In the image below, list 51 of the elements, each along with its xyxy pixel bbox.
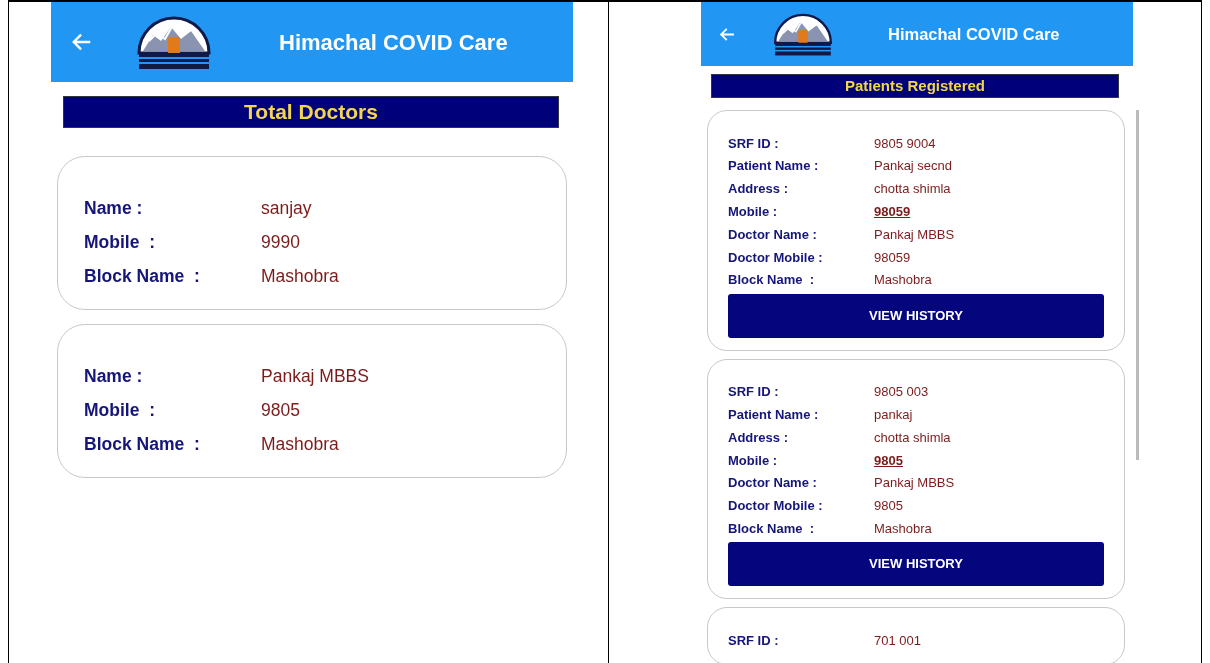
field-value: chotta shimla <box>874 180 951 199</box>
field-label: Doctor Name : <box>728 474 818 493</box>
field-label: Block Name : <box>84 432 201 456</box>
field-label: Doctor Mobile : <box>728 497 824 516</box>
section-title: Total Doctors <box>63 96 559 128</box>
field-label: Doctor Name : <box>728 225 818 244</box>
field-label: Patient Name : <box>728 157 820 176</box>
field-label: Address : <box>728 180 789 199</box>
field-value: 9805 <box>261 398 300 422</box>
app-title: Himachal COVID Care <box>279 28 508 57</box>
field-label: Block Name : <box>728 520 815 538</box>
field-label: SRF ID : <box>728 631 780 650</box>
scrollbar[interactable] <box>1136 110 1139 460</box>
field-value: Pankaj secnd <box>874 157 953 176</box>
field-label: Address : <box>728 428 789 447</box>
view-history-button[interactable]: VIEW HISTORY <box>728 542 1104 587</box>
field-value: 9805 <box>874 497 903 516</box>
field-value: pankaj <box>874 406 913 424</box>
field-value: 701 001 <box>874 631 921 650</box>
field-value: Pankaj MBBS <box>874 225 955 244</box>
field-value: 9805 003 <box>874 383 929 402</box>
field-value: Mashobra <box>874 271 932 290</box>
field-value: Pankaj MBBS <box>261 364 369 388</box>
section-title: Patients Registered <box>711 74 1119 98</box>
field-label: SRF ID : <box>728 383 780 402</box>
field-value: Mashobra <box>874 520 932 538</box>
field-label: Block Name : <box>728 271 815 290</box>
emblem-logo <box>772 12 834 56</box>
field-label: Mobile : <box>728 451 779 470</box>
field-label: Block Name : <box>84 264 201 288</box>
field-label: Mobile : <box>84 398 156 422</box>
phone-link[interactable]: 9805 <box>874 450 903 471</box>
field-label: Mobile : <box>84 230 156 254</box>
view-history-button[interactable]: VIEW HISTORY <box>728 293 1104 338</box>
field-label: Mobile : <box>728 203 779 222</box>
app-title: Himachal COVID Care <box>888 23 1060 45</box>
field-value: 9990 <box>261 230 300 254</box>
back-arrow-icon[interactable] <box>71 31 93 53</box>
field-label: Name : <box>84 364 144 388</box>
field-value: Pankaj MBBS <box>874 474 955 493</box>
field-label: Name : <box>84 196 144 220</box>
field-value: 9805 9004 <box>874 134 936 153</box>
field-label: Patient Name : <box>728 406 820 424</box>
field-value: Mashobra <box>261 264 339 288</box>
field-label: Doctor Mobile : <box>728 248 824 267</box>
field-value: Mashobra <box>261 432 339 456</box>
phone-link[interactable]: 98059 <box>874 202 911 222</box>
field-value: 98059 <box>874 248 911 267</box>
field-label: SRF ID : <box>728 134 780 153</box>
field-value: chotta shimla <box>874 428 951 447</box>
field-value: sanjay <box>261 196 312 220</box>
